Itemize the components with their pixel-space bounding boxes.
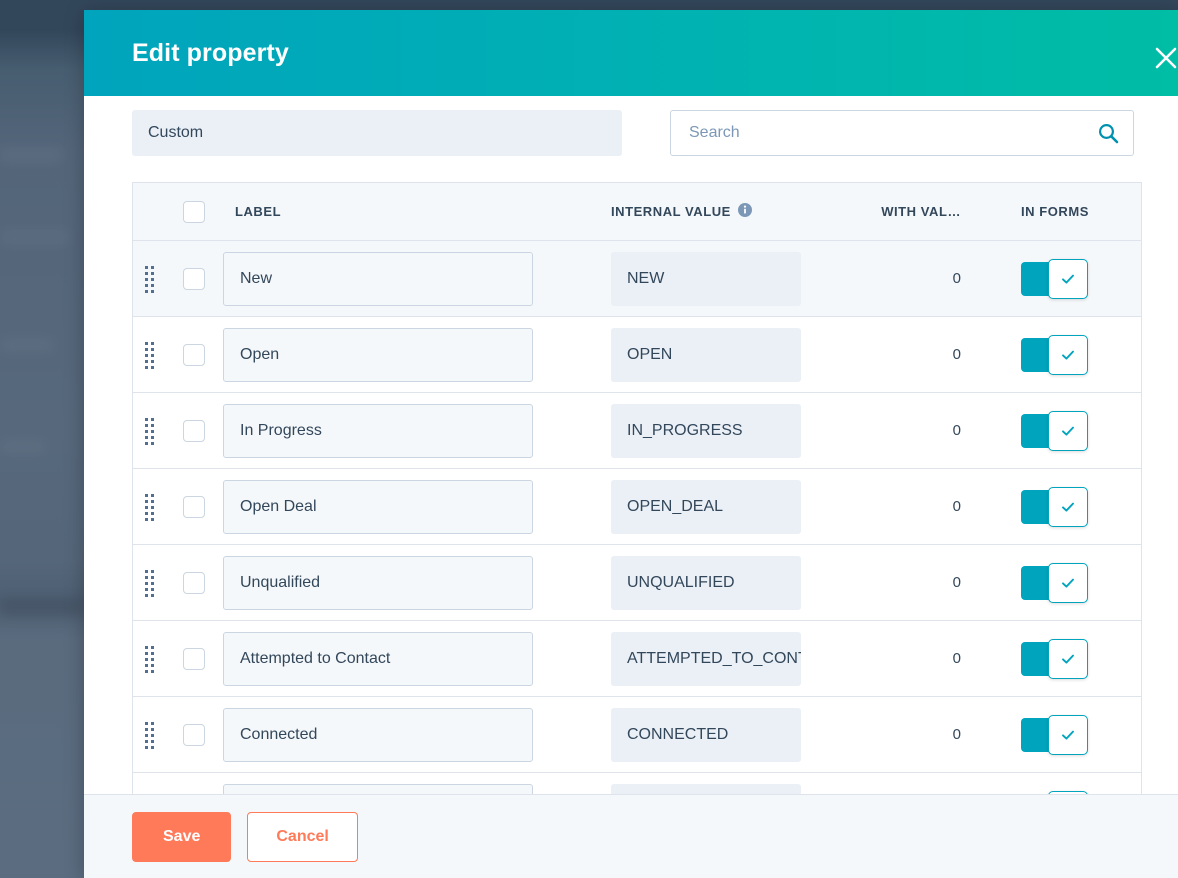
search-icon[interactable]	[1097, 122, 1119, 144]
table-row: NEW 0	[133, 241, 1141, 317]
option-internal-value: NEW	[611, 251, 801, 306]
search-input[interactable]	[687, 123, 1097, 143]
row-checkbox[interactable]	[183, 419, 205, 442]
drag-handle-icon[interactable]	[144, 493, 154, 521]
edit-property-modal: Edit property Custom Search LABEL INTERN…	[84, 10, 1178, 878]
drag-handle-icon[interactable]	[144, 265, 154, 293]
option-with-value-count: 0	[952, 422, 961, 439]
column-header-label: LABEL	[235, 204, 282, 219]
filter-bar: Custom	[84, 96, 1178, 156]
close-icon[interactable]	[1146, 38, 1178, 78]
toggle-knob	[1048, 638, 1088, 679]
option-with-value-count: 0	[952, 650, 961, 667]
drag-handle-icon[interactable]	[144, 721, 154, 749]
toggle-knob	[1048, 334, 1088, 375]
option-label-input[interactable]	[223, 631, 533, 686]
modal-body: Custom LABEL INTERNA	[84, 96, 1178, 794]
drag-handle-icon[interactable]	[144, 417, 154, 445]
table-header-row: LABEL INTERNAL VALUE WITH VAL… IN FORMS	[133, 183, 1141, 241]
table-row: IN_PROGRESS 0	[133, 393, 1141, 469]
property-type-select-value: Custom	[148, 124, 204, 141]
property-type-select[interactable]: Custom	[132, 110, 622, 156]
column-header-internal-value: INTERNAL VALUE	[611, 203, 855, 220]
option-label-input[interactable]	[223, 479, 533, 534]
toggle-knob	[1048, 714, 1088, 755]
row-checkbox[interactable]	[183, 647, 205, 670]
option-internal-value: IN_PROGRESS	[611, 403, 801, 458]
option-internal-value: OPEN	[611, 327, 801, 382]
in-forms-toggle[interactable]	[1021, 638, 1088, 679]
option-label-input[interactable]	[223, 783, 533, 794]
page-title: Edit property	[132, 38, 289, 67]
option-label-input[interactable]	[223, 707, 533, 762]
row-checkbox[interactable]	[183, 267, 205, 290]
row-checkbox[interactable]	[183, 571, 205, 594]
option-label-input[interactable]	[223, 403, 533, 458]
table-row: UNQUALIFIED 0	[133, 545, 1141, 621]
in-forms-toggle[interactable]	[1021, 258, 1088, 299]
in-forms-toggle[interactable]	[1021, 562, 1088, 603]
in-forms-toggle[interactable]	[1021, 714, 1088, 755]
option-internal-value: UNQUALIFIED	[611, 555, 801, 610]
table-row: OPEN 0	[133, 317, 1141, 393]
option-internal-value: CONNECTED	[611, 707, 801, 762]
table-row: CONNECTED 0	[133, 697, 1141, 773]
toggle-knob	[1048, 562, 1088, 603]
row-checkbox[interactable]	[183, 343, 205, 366]
column-header-in-forms: IN FORMS	[1021, 204, 1089, 219]
option-internal-value: OPEN_DEAL	[611, 479, 801, 534]
row-checkbox[interactable]	[183, 495, 205, 518]
table-row	[133, 773, 1141, 794]
drag-handle-icon[interactable]	[144, 341, 154, 369]
search-field[interactable]	[670, 110, 1134, 156]
option-with-value-count: 0	[952, 270, 961, 287]
option-with-value-count: 0	[952, 574, 961, 591]
option-internal-value: ATTEMPTED_TO_CONTACT	[611, 631, 801, 686]
table-row: OPEN_DEAL 0	[133, 469, 1141, 545]
options-table: LABEL INTERNAL VALUE WITH VAL… IN FORMS …	[132, 182, 1142, 794]
option-with-value-count: 0	[952, 498, 961, 515]
option-with-value-count: 0	[952, 726, 961, 743]
toggle-knob	[1048, 486, 1088, 527]
drag-handle-icon[interactable]	[144, 645, 154, 673]
modal-header: Edit property	[84, 10, 1178, 96]
in-forms-toggle[interactable]	[1021, 410, 1088, 451]
column-header-internal-value-text: INTERNAL VALUE	[611, 204, 731, 219]
option-with-value-count: 0	[952, 346, 961, 363]
table-rows: NEW0OPEN0IN_PROGRESS0OPEN_DEAL0UNQUALIFI…	[133, 241, 1141, 794]
modal-footer: Save Cancel	[84, 794, 1178, 878]
option-label-input[interactable]	[223, 555, 533, 610]
toggle-knob	[1048, 410, 1088, 451]
option-label-input[interactable]	[223, 251, 533, 306]
in-forms-toggle[interactable]	[1021, 334, 1088, 375]
cancel-button[interactable]: Cancel	[247, 811, 358, 862]
table-row: ATTEMPTED_TO_CONTACT 0	[133, 621, 1141, 697]
in-forms-toggle[interactable]	[1021, 486, 1088, 527]
drag-handle-icon[interactable]	[144, 569, 154, 597]
info-icon[interactable]	[737, 203, 752, 220]
save-button[interactable]: Save	[132, 811, 232, 862]
toggle-knob	[1048, 258, 1088, 299]
option-label-input[interactable]	[223, 327, 533, 382]
row-checkbox[interactable]	[183, 723, 205, 746]
select-all-checkbox[interactable]	[183, 200, 205, 223]
column-header-with-value: WITH VAL…	[881, 204, 961, 219]
option-internal-value	[611, 783, 801, 794]
